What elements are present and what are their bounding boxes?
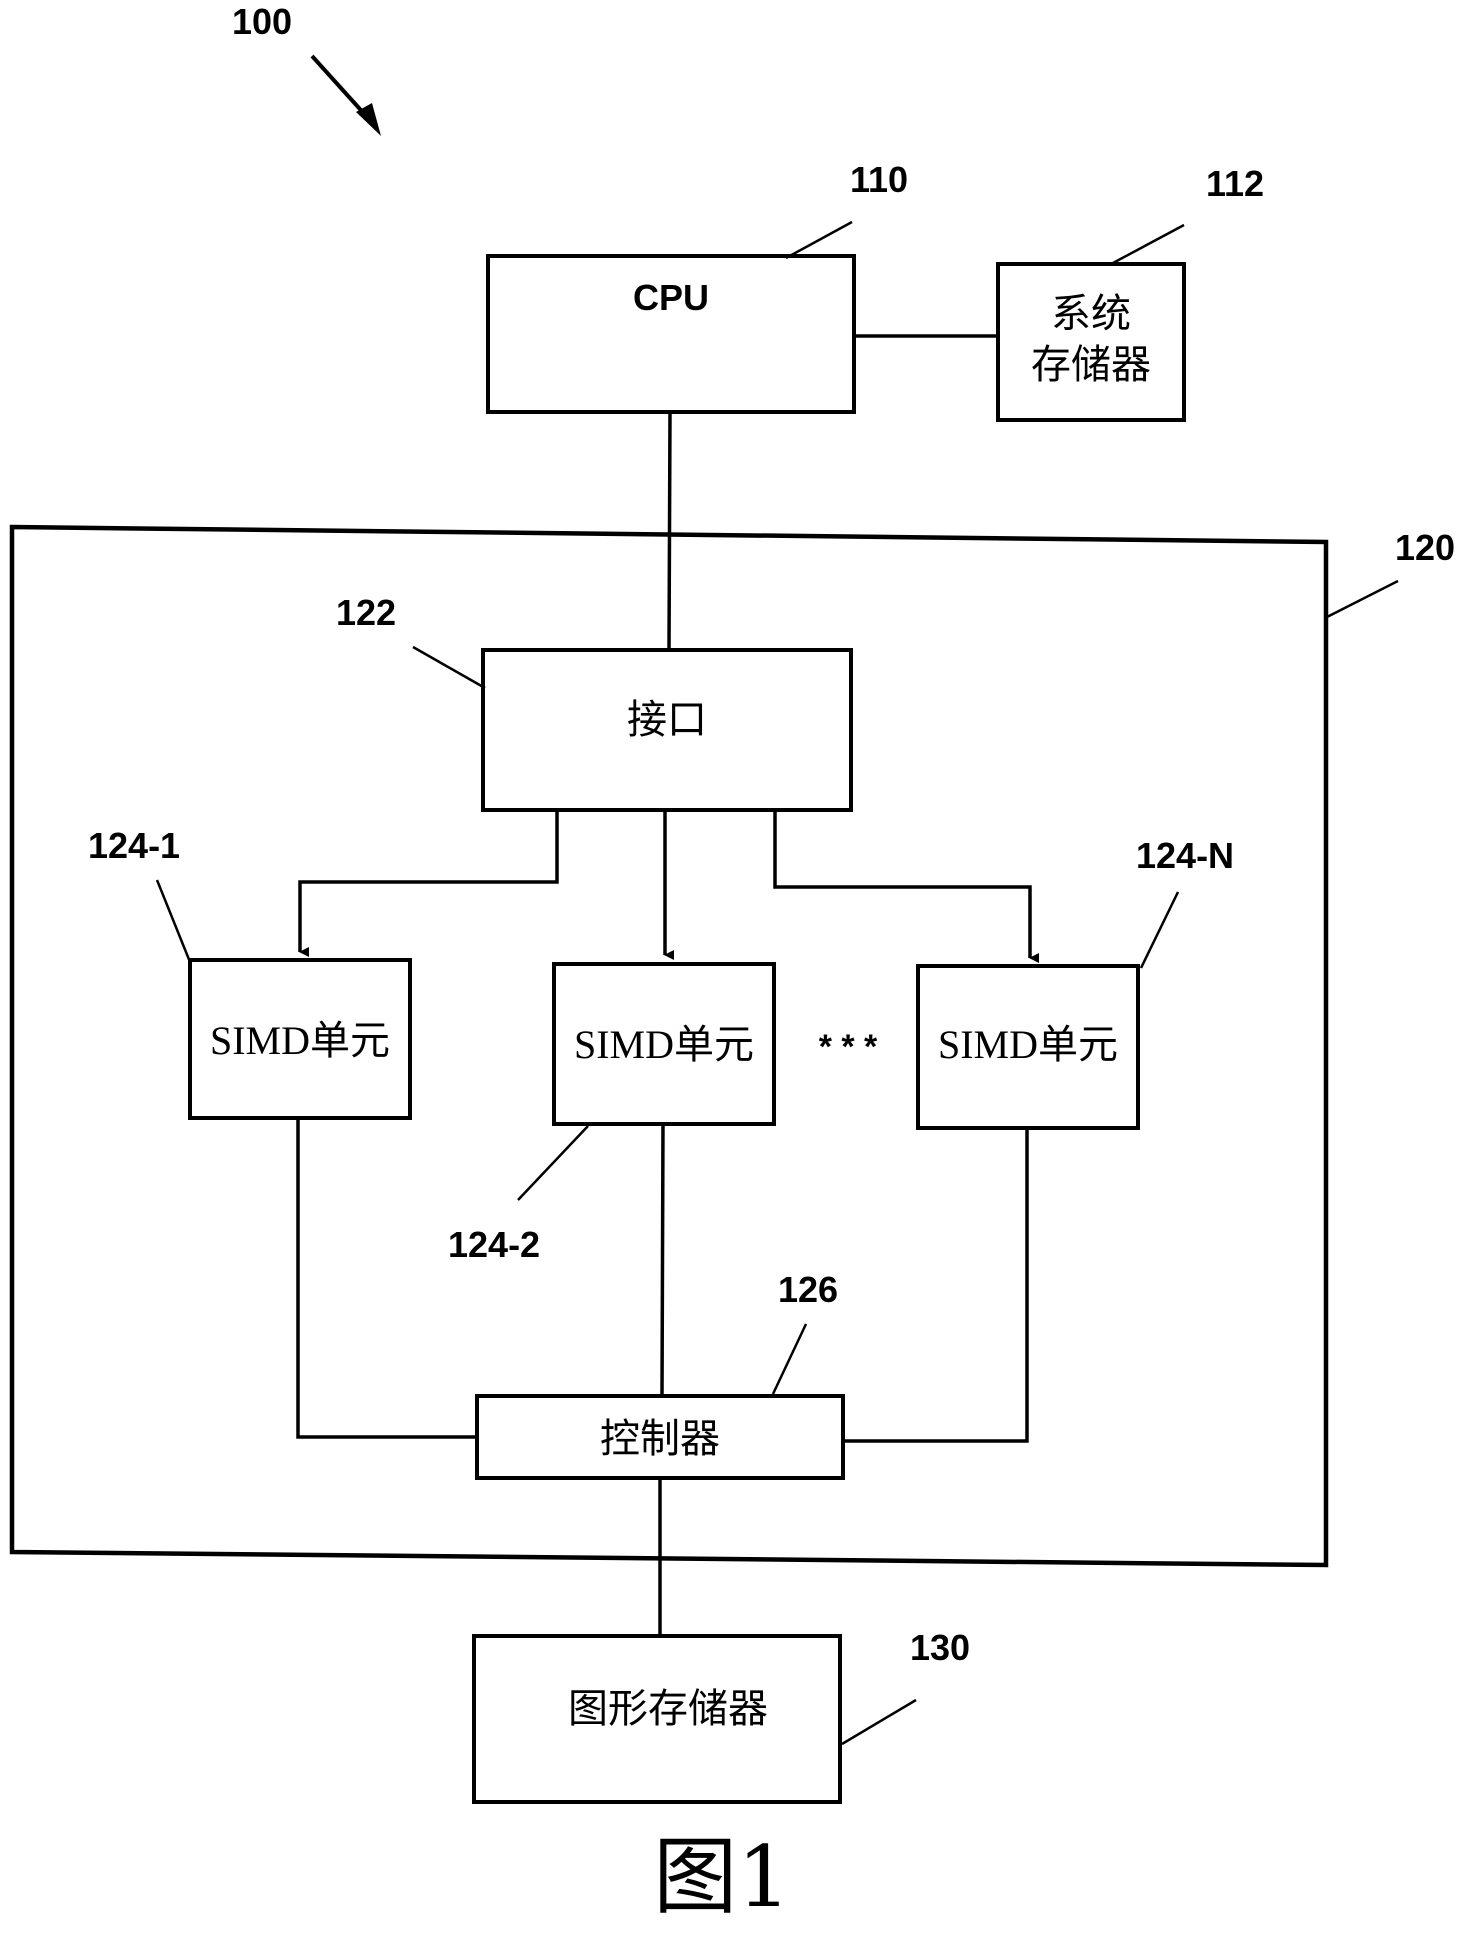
interface-ref: 122	[336, 592, 396, 633]
controller-leader	[771, 1323, 808, 1395]
interface-label: 接口	[627, 697, 707, 743]
controller-ref: 126	[778, 1269, 838, 1310]
system-memory-ref: 112	[1206, 163, 1264, 204]
simd-unit-n-leader	[1139, 891, 1180, 969]
system-memory-leader	[1112, 223, 1185, 265]
gpu-ref: 120	[1395, 527, 1455, 568]
system-ref-label: 100	[232, 1, 292, 42]
controller-label: 控制器	[600, 1416, 720, 1462]
simd-unit-n-ref: 124-N	[1136, 835, 1234, 876]
simdn-controller-link	[843, 1128, 1029, 1443]
simd-unit-1-label: SIMD单元	[210, 1018, 390, 1063]
interface-leader	[412, 645, 486, 690]
cpu-ref: 110	[850, 159, 908, 200]
simd1-controller-link	[296, 1118, 477, 1439]
simd-unit-1-ref: 124-1	[88, 825, 180, 866]
cpu-label: CPU	[633, 277, 709, 318]
graphics-memory-ref: 130	[910, 1627, 970, 1668]
figure-caption: 图1	[653, 1828, 790, 1926]
interface-simd1-arrow	[298, 810, 559, 957]
graphics-memory-leader	[841, 1698, 917, 1746]
system-memory-label-line2: 存储器	[1031, 342, 1151, 388]
simd-unit-2-label: SIMD单元	[574, 1022, 754, 1067]
simd-unit-2-leader	[517, 1125, 589, 1201]
system-ref-arrow	[310, 54, 381, 136]
cpu-interface-link	[667, 411, 672, 651]
ellipsis-dots: * * *	[819, 1028, 878, 1066]
graphics-memory-label: 图形存储器	[568, 1686, 768, 1732]
interface-simdn-arrow	[773, 810, 1039, 963]
simd-unit-1-leader	[155, 879, 192, 963]
simd2-controller-link	[660, 1123, 665, 1397]
gpu-leader	[1326, 579, 1399, 619]
cpu-leader	[785, 220, 853, 260]
simd-unit-n-label: SIMD单元	[938, 1022, 1118, 1067]
system-memory-label-line1: 系统	[1051, 291, 1131, 337]
simd-unit-2-ref: 124-2	[448, 1224, 540, 1265]
block-diagram: 100 CPU 110 系统 存储器 112 120 接口 122 SIMD单元…	[9, 1, 1455, 1926]
